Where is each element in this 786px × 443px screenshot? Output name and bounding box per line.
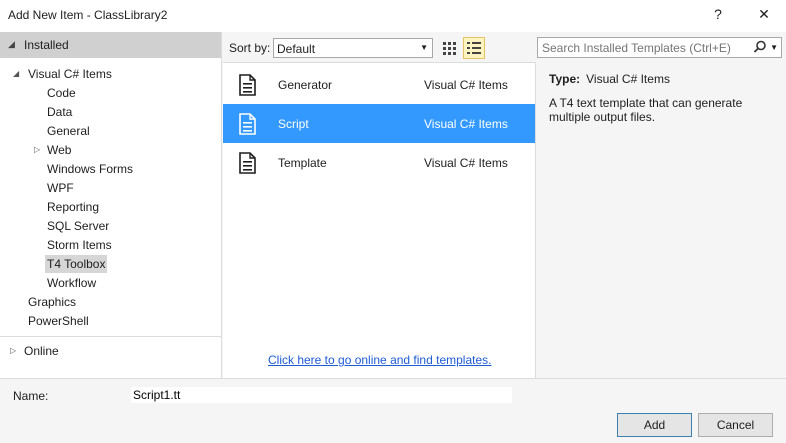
- collapse-triangle-icon[interactable]: ◢: [8, 39, 15, 50]
- title-bar: Add New Item - ClassLibrary2 ? ✕: [0, 0, 786, 32]
- search-icon[interactable]: [753, 40, 767, 54]
- template-category: Visual C# Items: [424, 78, 508, 92]
- template-list: Generator Visual C# Items Script Visual …: [223, 62, 535, 378]
- search-bar-area: ▼: [535, 32, 786, 62]
- sort-by-dropdown[interactable]: Default ▼: [273, 38, 433, 58]
- tree-item-sql-server[interactable]: SQL Server: [47, 217, 109, 235]
- close-icon[interactable]: ✕: [754, 4, 774, 24]
- tree-item-reporting[interactable]: Reporting: [47, 198, 99, 216]
- name-field[interactable]: [131, 387, 512, 403]
- name-label: Name:: [13, 389, 49, 403]
- list-view-icon[interactable]: [463, 37, 485, 59]
- document-icon: [236, 152, 258, 174]
- online-header[interactable]: ▷ Online: [0, 336, 221, 366]
- grid-view-icon[interactable]: [439, 38, 459, 58]
- installed-header[interactable]: ◢ Installed: [0, 32, 221, 58]
- template-toolbar: Sort by: Default ▼: [223, 32, 535, 62]
- tree-item-general[interactable]: General: [47, 122, 90, 140]
- template-name: Generator: [278, 78, 333, 92]
- template-description: A T4 text template that can generate mul…: [549, 96, 743, 124]
- chevron-down-icon: ▼: [420, 43, 428, 52]
- tree-item-windows-forms[interactable]: Windows Forms: [47, 160, 133, 178]
- tree-item-visual-csharp-items[interactable]: Visual C# Items: [28, 65, 112, 83]
- template-item-template[interactable]: Template Visual C# Items: [223, 143, 535, 182]
- template-item-generator[interactable]: Generator Visual C# Items: [223, 65, 535, 104]
- tree-item-storm-items[interactable]: Storm Items: [47, 236, 112, 254]
- footer: Name: Add Cancel: [0, 378, 786, 443]
- name-input[interactable]: [131, 387, 512, 403]
- template-category: Visual C# Items: [424, 156, 508, 170]
- template-name: Script: [278, 117, 309, 131]
- tree-item-powershell[interactable]: PowerShell: [28, 312, 89, 330]
- help-icon[interactable]: ?: [708, 4, 728, 24]
- template-category: Visual C# Items: [424, 117, 508, 131]
- tree-item-data[interactable]: Data: [47, 103, 72, 121]
- tree-item-web[interactable]: Web: [47, 141, 71, 159]
- window-title: Add New Item - ClassLibrary2: [8, 8, 168, 22]
- tree-item-graphics[interactable]: Graphics: [28, 293, 76, 311]
- template-name: Template: [278, 156, 327, 170]
- tree-item-workflow[interactable]: Workflow: [47, 274, 96, 292]
- tree-item-wpf[interactable]: WPF: [47, 179, 74, 197]
- sort-by-value: Default: [277, 42, 316, 56]
- collapse-triangle-icon[interactable]: ◢: [13, 65, 19, 83]
- tree-item-code[interactable]: Code: [47, 84, 76, 102]
- find-templates-online-link[interactable]: Click here to go online and find templat…: [268, 353, 491, 367]
- search-box[interactable]: ▼: [537, 37, 782, 58]
- cancel-button[interactable]: Cancel: [698, 413, 773, 437]
- document-icon: [236, 113, 258, 135]
- expand-arrow-icon[interactable]: ▷: [10, 342, 16, 360]
- type-row: Type: Visual C# Items: [549, 72, 670, 86]
- installed-label: Installed: [24, 38, 69, 52]
- sort-by-label: Sort by:: [229, 41, 271, 55]
- chevron-down-icon[interactable]: ▼: [770, 43, 778, 52]
- online-label: Online: [24, 344, 59, 358]
- document-icon: [236, 74, 258, 96]
- details-panel: Type: Visual C# Items A T4 text template …: [535, 62, 786, 378]
- type-value: Visual C# Items: [586, 72, 670, 86]
- type-label: Type:: [549, 72, 581, 86]
- tree-item-t4-toolbox[interactable]: T4 Toolbox: [45, 255, 108, 273]
- template-item-script[interactable]: Script Visual C# Items: [223, 104, 535, 143]
- expand-arrow-icon[interactable]: ▷: [34, 141, 40, 159]
- search-input[interactable]: [542, 40, 752, 55]
- category-tree: ◢ Installed ◢ Visual C# Items Code Data …: [0, 32, 222, 378]
- add-button[interactable]: Add: [617, 413, 692, 437]
